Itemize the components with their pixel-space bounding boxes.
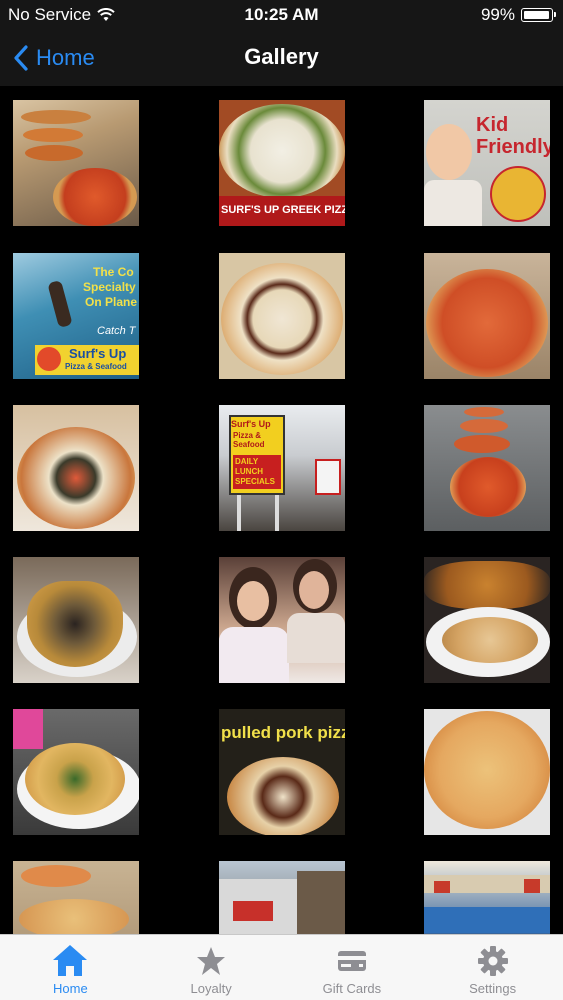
gallery-photo-pulled-pork-pizza[interactable]: pulled pork pizza [219,709,345,835]
tab-settings-label: Settings [469,981,517,996]
gallery-photo-surf-ad[interactable]: The Co Specialty On Plane Catch T Surf's… [13,253,139,379]
gallery-photo-supreme-pizza[interactable] [13,405,139,531]
gear-icon [477,946,508,976]
tab-home[interactable]: Home [0,935,141,1000]
gallery-photo-bbq-pizza[interactable] [219,253,345,379]
status-time: 10:25 AM [244,5,319,24]
gallery-photo-taco-bowl[interactable] [13,557,139,683]
gallery-photo-nachos[interactable] [13,709,139,835]
tab-home-label: Home [53,981,88,996]
gift-cards-icon [337,951,366,971]
ad-line-1: The Co [93,265,134,279]
gallery-photo-pizza-counter[interactable] [424,405,550,531]
gallery-photo-greek-pizza[interactable]: SURF'S UP GREEK PIZZA [219,100,345,226]
gallery-photo-cheese-pizza[interactable] [424,709,550,835]
tab-gift-cards[interactable]: Gift Cards [282,935,423,1000]
tab-gift-cards-label: Gift Cards [322,981,382,996]
kid-friendly-caption: Kid Friendly [476,114,550,158]
star-icon [197,947,226,975]
page-title: Gallery [244,44,319,69]
battery-fill [523,10,550,19]
navigation-bar: Home Gallery [0,30,563,86]
sign-line-3: DAILY LUNCH SPECIALS [235,457,276,486]
gallery-photo-pepperoni-box[interactable] [424,253,550,379]
status-bar: No Service 10:25 AM 99% [0,0,563,30]
pulled-pork-caption: pulled pork pizza [221,723,345,742]
gallery-grid[interactable]: SURF'S UP GREEK PIZZA Kid Friendly The C… [0,86,563,934]
battery-percent: 99% [480,5,515,24]
gallery-photo-building[interactable] [219,861,345,934]
greek-pizza-caption: SURF'S UP GREEK PIZZA [221,204,345,216]
gallery-photo-dining-room[interactable] [424,861,550,934]
tab-loyalty-label: Loyalty [190,981,232,996]
tab-bar: Home Loyalty Gift Cards Settings [0,934,563,1000]
tab-settings[interactable]: Settings [422,935,563,1000]
home-icon [53,945,88,976]
gallery-photo-storefront-sign[interactable]: Surf's Up Pizza & Seafood DAILY LUNCH SP… [219,405,345,531]
ad-brand: Surf's Up [69,346,127,361]
gallery-photo-pizza-boxes[interactable] [13,100,139,226]
battery-icon [521,8,556,22]
sign-line-1: Surf's Up [231,419,271,429]
tab-loyalty[interactable]: Loyalty [141,935,282,1000]
gallery-photo-kids-eating[interactable] [219,557,345,683]
status-right: 99% [480,5,556,25]
ad-brand-sub: Pizza & Seafood [65,362,127,371]
ad-line-3: On Plane [85,295,138,309]
gallery-photo-kid-friendly[interactable]: Kid Friendly [424,100,550,226]
ad-catch: Catch T [97,325,136,337]
gallery-photo-onion-rings[interactable] [424,557,550,683]
sign-line-2: Pizza & Seafood [233,431,265,449]
ad-line-2: Specialty [83,280,136,294]
gallery-photo-pizza-boxes-2[interactable] [13,861,139,934]
